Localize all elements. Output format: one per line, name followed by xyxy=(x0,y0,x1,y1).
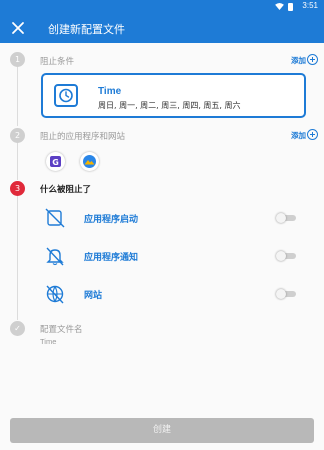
block-item-label: 应用程序通知 xyxy=(84,253,139,263)
profile-name-value[interactable]: Time xyxy=(40,337,56,346)
app-bar: 创建新配置文件 xyxy=(0,13,324,43)
step-label-blocked-apps: 阻止的应用程序和网站 xyxy=(40,132,126,142)
battery-icon xyxy=(288,3,293,11)
block-item-app-launch[interactable]: 应用程序启动 xyxy=(0,204,324,232)
block-item-notifications[interactable]: 应用程序通知 xyxy=(0,242,324,270)
step-number-3: 3 xyxy=(10,181,25,196)
close-icon[interactable] xyxy=(10,20,26,36)
notification-off-icon xyxy=(46,247,64,266)
add-circle-icon[interactable] xyxy=(307,129,318,140)
add-app-button[interactable]: 添加 xyxy=(291,130,306,141)
block-item-websites[interactable]: 网站 xyxy=(0,280,324,308)
step-label-what-blocked: 什么被阻止了 xyxy=(40,185,92,195)
wifi-icon xyxy=(275,3,284,10)
step-number-2: 2 xyxy=(10,128,25,143)
website-blocked-icon xyxy=(46,285,64,304)
page-title: 创建新配置文件 xyxy=(48,23,125,36)
step-label-profile-name: 配置文件名 xyxy=(40,325,83,335)
app-mountain-icon[interactable] xyxy=(80,152,99,171)
condition-days: 周日, 周一, 周二, 周三, 周四, 周五, 周六 xyxy=(98,101,241,110)
app-g-icon[interactable]: G xyxy=(46,152,65,171)
websites-toggle[interactable] xyxy=(276,289,298,299)
add-circle-icon[interactable] xyxy=(307,54,318,65)
status-bar: 3:51 xyxy=(0,0,324,13)
status-time: 3:51 xyxy=(302,1,318,10)
block-item-label: 网站 xyxy=(84,291,103,301)
step-connector xyxy=(17,143,18,180)
time-condition-card[interactable]: Time 周日, 周一, 周二, 周三, 周四, 周五, 周六 xyxy=(41,73,306,118)
step-connector xyxy=(17,67,18,126)
app-launch-blocked-icon xyxy=(45,208,65,228)
step-number-1: 1 xyxy=(10,52,25,67)
add-condition-button[interactable]: 添加 xyxy=(291,55,306,66)
notifications-toggle[interactable] xyxy=(276,251,298,261)
step-label-conditions: 阻止条件 xyxy=(40,57,75,67)
clock-icon xyxy=(54,84,78,107)
block-item-label: 应用程序启动 xyxy=(84,215,139,225)
condition-name: Time xyxy=(98,86,122,97)
step-number-4: ✓ xyxy=(10,321,25,336)
app-launch-toggle[interactable] xyxy=(276,213,298,223)
svg-text:G: G xyxy=(52,158,59,167)
create-button[interactable]: 创建 xyxy=(10,418,314,443)
